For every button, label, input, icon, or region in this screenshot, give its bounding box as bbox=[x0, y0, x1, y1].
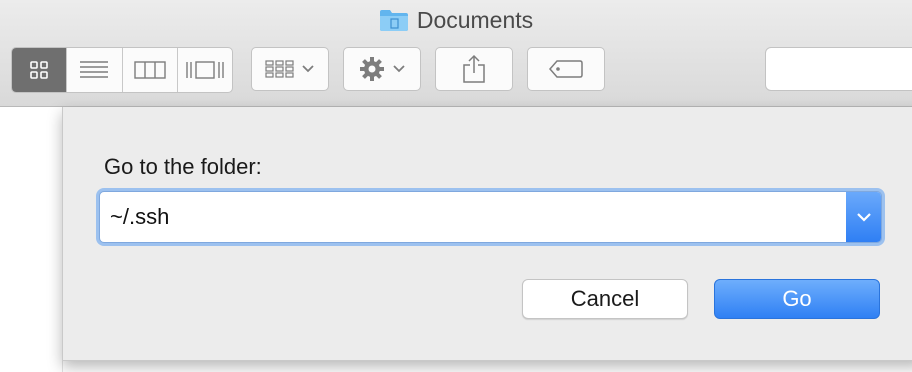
list-icon bbox=[80, 61, 109, 78]
action-button[interactable] bbox=[343, 47, 421, 91]
list-view-button[interactable] bbox=[67, 48, 123, 92]
icon-view-button[interactable] bbox=[12, 48, 68, 92]
window-title-bar: Documents bbox=[0, 0, 912, 40]
arrange-grid-icon bbox=[265, 60, 294, 78]
gear-icon bbox=[360, 57, 384, 81]
folder-icon bbox=[379, 8, 409, 32]
cancel-button[interactable]: Cancel bbox=[522, 279, 688, 319]
recent-folders-dropdown-button[interactable] bbox=[846, 192, 881, 242]
share-button[interactable] bbox=[435, 47, 513, 91]
cover-flow-icon bbox=[186, 61, 224, 79]
folder-path-input[interactable] bbox=[100, 192, 845, 242]
window-title: Documents bbox=[416, 6, 534, 33]
go-button[interactable]: Go bbox=[714, 279, 880, 319]
grid-icon bbox=[30, 61, 48, 79]
tag-button[interactable] bbox=[527, 47, 605, 91]
chevron-down-icon bbox=[302, 65, 314, 73]
search-field[interactable] bbox=[765, 47, 912, 91]
arrange-button[interactable] bbox=[251, 47, 329, 91]
tag-icon bbox=[549, 60, 583, 78]
finder-toolbar: Documents bbox=[0, 0, 912, 107]
view-mode-control bbox=[11, 47, 233, 93]
go-to-folder-label: Go to the folder: bbox=[104, 154, 262, 179]
column-view-button[interactable] bbox=[123, 48, 178, 92]
sidebar bbox=[0, 107, 63, 372]
go-to-folder-sheet: Go to the folder: Cancel Go bbox=[62, 107, 912, 361]
chevron-down-icon bbox=[856, 213, 871, 222]
cover-flow-view-button[interactable] bbox=[178, 48, 232, 92]
chevron-down-icon bbox=[393, 65, 405, 73]
columns-icon bbox=[133, 61, 166, 79]
share-icon bbox=[463, 54, 485, 83]
folder-path-combobox[interactable] bbox=[99, 191, 882, 243]
